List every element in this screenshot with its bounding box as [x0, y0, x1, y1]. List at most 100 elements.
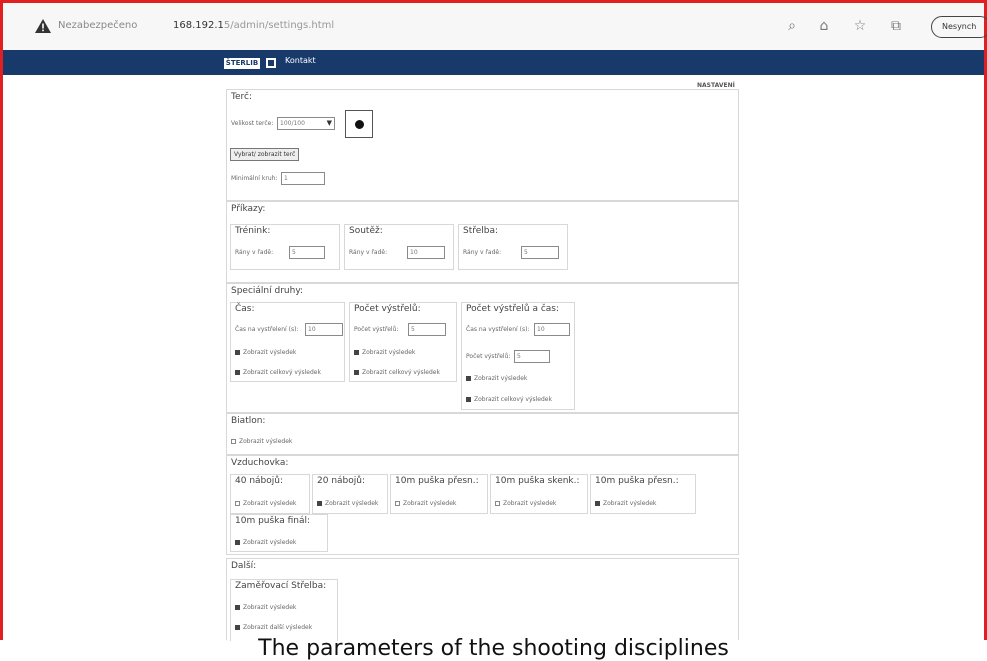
checkbox-checked-icon [466, 397, 471, 402]
legend-pocet: Počet výstřelů: [354, 304, 421, 314]
legend-20: 20 nábojů: [317, 476, 365, 486]
section-biatlon: Biatlon: Zobrazit výsledek [226, 413, 739, 455]
legend-cas: Čas: [235, 304, 255, 314]
menu-square-icon[interactable] [266, 58, 276, 68]
select-target-button[interactable]: Vybrat/ zobrazit terč [230, 148, 300, 161]
checkbox-checked-icon [235, 625, 240, 630]
search-icon[interactable]: ⌕ [783, 17, 801, 35]
group-cas: Čas: Čas na vystřelení (s): 10 Zobrazit … [230, 302, 345, 382]
group-10m-skenk: 10m puška skenk.: Zobrazit výsledek [490, 474, 588, 514]
pocet-cas-time-input[interactable]: 10 [534, 323, 570, 336]
pocet-cas-option-1[interactable]: Zobrazit výsledek [466, 375, 527, 382]
profile-button[interactable]: Nesynch [931, 16, 987, 38]
pocet-cas-count-input[interactable]: 5 [514, 350, 550, 363]
legend-prikazy: Příkazy: [231, 204, 266, 214]
group-pocet-cas: Počet výstřelů a čas: Čas na vystřelení … [461, 302, 575, 410]
soutez-shots-input[interactable]: 10 [407, 246, 445, 259]
section-special: Speciální druhy: Čas: Čas na vystřelení … [226, 283, 739, 413]
dalsi-option-2[interactable]: Zobrazit další výsledek [235, 624, 312, 631]
group-strelba: Střelba: Rány v řadě: 5 [458, 224, 568, 270]
chevron-down-icon: ▼ [326, 119, 332, 127]
legend-terc: Terč: [231, 92, 252, 102]
group-10m-presn-2: 10m puška přesn.: Zobrazit výsledek [590, 474, 696, 514]
figure-caption: The parameters of the shooting disciplin… [258, 636, 729, 661]
checkbox-checked-icon [235, 350, 240, 355]
pocet-count-input[interactable]: 5 [408, 323, 446, 336]
checkbox-checked-icon [235, 370, 240, 375]
group-10m-presn: 10m puška přesn.: Zobrazit výsledek [390, 474, 488, 514]
favorites-icon[interactable]: ☆ [851, 17, 869, 35]
collections-icon[interactable]: ⧉ [887, 17, 905, 35]
dalsi-option-1[interactable]: Zobrazit výsledek [235, 604, 296, 611]
legend-trenink: Trénink: [235, 226, 271, 236]
warning-icon[interactable] [35, 19, 51, 33]
pocet-option-2[interactable]: Zobrazit celkový výsledek [354, 369, 440, 376]
shots-label: Rány v řadě: [463, 249, 502, 256]
legend-pocet-cas: Počet výstřelů a čas: [466, 304, 560, 314]
pocet-option-1[interactable]: Zobrazit výsledek [354, 349, 415, 356]
option-40[interactable]: Zobrazit výsledek [235, 500, 296, 507]
browser-toolbar: Nezabezpečeno 168.192.15/admin/settings.… [3, 3, 987, 50]
option-10m-skenk[interactable]: Zobrazit výsledek [495, 500, 556, 507]
checkbox-checked-icon [235, 605, 240, 610]
min-ring-label: Minimální kruh: [231, 175, 278, 182]
legend-vzduchovka: Vzduchovka: [231, 458, 289, 468]
checkbox-unchecked-icon [495, 501, 500, 506]
group-zamerovaci: Zaměřovací Střelba: Zobrazit výsledek Zo… [230, 579, 338, 641]
target-size-select[interactable]: 100/100 ▼ [277, 117, 335, 130]
section-prikazy: Příkazy: Trénink: Rány v řadě: 5 Soutěž:… [226, 201, 739, 283]
target-size-label: Velikost terče: [231, 120, 274, 127]
checkbox-checked-icon [317, 501, 322, 506]
biatlon-option[interactable]: Zobrazit výsledek [231, 438, 292, 445]
legend-biatlon: Biatlon: [231, 416, 266, 426]
time-label: Čas na vystřelení (s): [466, 326, 530, 333]
legend-40: 40 nábojů: [235, 476, 283, 486]
legend-10m-presn-2: 10m puška přesn.: [595, 476, 679, 486]
option-10m-presn-2[interactable]: Zobrazit výsledek [595, 500, 656, 507]
address-bar[interactable]: 168.192.15/admin/settings.html [173, 20, 334, 31]
cas-time-input[interactable]: 10 [305, 323, 343, 336]
option-10m-presn[interactable]: Zobrazit výsledek [395, 500, 456, 507]
shots-label: Rány v řadě: [349, 249, 388, 256]
legend-dalsi: Další: [231, 561, 257, 571]
page-label: NASTAVENÍ [697, 82, 735, 89]
legend-soutez: Soutěž: [349, 226, 383, 236]
group-soutez: Soutěž: Rány v řadě: 10 [344, 224, 454, 270]
checkbox-unchecked-icon [231, 439, 236, 444]
time-label: Čas na vystřelení (s): [235, 326, 299, 333]
group-pocet: Počet výstřelů: Počet výstřelů: 5 Zobraz… [349, 302, 457, 382]
app-navbar: ŠTERLIB Kontakt [3, 50, 984, 75]
cas-option-2[interactable]: Zobrazit celkový výsledek [235, 369, 321, 376]
section-terc: Terč: Velikost terče: 100/100 ▼ Vybrat/ z… [226, 89, 739, 201]
group-40-naboju: 40 nábojů: Zobrazit výsledek [230, 474, 310, 514]
url-path: 5/admin/settings.html [223, 20, 335, 31]
legend-special: Speciální druhy: [231, 286, 304, 296]
strelba-shots-input[interactable]: 5 [521, 246, 559, 259]
section-vzduchovka: Vzduchovka: 40 nábojů: Zobrazit výsledek… [226, 455, 739, 555]
count-label: Počet výstřelů: [354, 326, 399, 333]
checkbox-unchecked-icon [235, 501, 240, 506]
cas-option-1[interactable]: Zobrazit výsledek [235, 349, 296, 356]
legend-10m-presn: 10m puška přesn.: [395, 476, 479, 486]
security-warning[interactable]: Nezabezpečeno [58, 20, 137, 31]
legend-strelba: Střelba: [463, 226, 499, 236]
legend-10m-final: 10m puška finál: [235, 516, 311, 526]
count-label: Počet výstřelů: [466, 353, 511, 360]
group-20-naboju: 20 nábojů: Zobrazit výsledek [312, 474, 388, 514]
option-10m-final[interactable]: Zobrazit výsledek [235, 539, 296, 546]
option-20[interactable]: Zobrazit výsledek [317, 500, 378, 507]
target-preview[interactable] [345, 110, 373, 138]
legend-10m-skenk: 10m puška skenk.: [495, 476, 580, 486]
home-icon[interactable]: ⌂ [815, 17, 833, 35]
checkbox-checked-icon [235, 540, 240, 545]
group-trenink: Trénink: Rány v řadě: 5 [230, 224, 340, 270]
min-ring-input[interactable]: 1 [281, 172, 325, 185]
checkbox-checked-icon [466, 376, 471, 381]
group-10m-final: 10m puška finál: Zobrazit výsledek [230, 514, 328, 552]
section-dalsi: Další: Zaměřovací Střelba: Zobrazit výsl… [226, 558, 739, 641]
trenink-shots-input[interactable]: 5 [289, 246, 325, 259]
pocet-cas-option-2[interactable]: Zobrazit celkový výsledek [466, 396, 552, 403]
app-logo[interactable]: ŠTERLIB [224, 58, 260, 69]
nav-link-kontakt[interactable]: Kontakt [285, 56, 316, 65]
shots-label: Rány v řadě: [235, 249, 274, 256]
